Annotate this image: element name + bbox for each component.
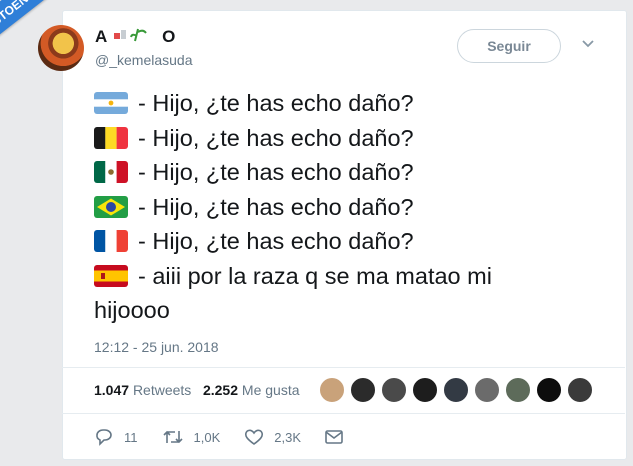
- user-handle[interactable]: @_kemelasuda: [95, 52, 193, 68]
- liker-avatar[interactable]: [443, 377, 469, 403]
- retweets-stat[interactable]: 1.047 Retweets: [94, 382, 191, 398]
- liker-avatar[interactable]: [474, 377, 500, 403]
- liker-avatar[interactable]: [536, 377, 562, 403]
- tweet-line-text: - aiii por la raza q se ma matao mi: [138, 262, 492, 289]
- tweet-stats: 1.047 Retweets 2.252 Me gusta: [94, 382, 300, 398]
- divider: [62, 367, 625, 368]
- tweet-text: - Hijo, ¿te has echo daño? - Hijo, ¿te h…: [94, 86, 594, 328]
- france-flag-icon: [94, 230, 128, 253]
- likes-stat[interactable]: 2.252 Me gusta: [203, 382, 300, 398]
- retweet-button[interactable]: 1,0K: [162, 428, 221, 446]
- tweet-line: - Hijo, ¿te has echo daño?: [94, 190, 594, 225]
- liker-avatar[interactable]: [567, 377, 593, 403]
- tweet-line-text: - Hijo, ¿te has echo daño?: [138, 90, 414, 116]
- tweet-line: - Hijo, ¿te has echo daño?: [94, 86, 594, 121]
- tweet-actions: 11 1,0K 2,3K: [94, 428, 377, 446]
- tweet-line: - Hijo, ¿te has echo daño?: [94, 155, 594, 190]
- user-name-initial: A: [95, 27, 107, 46]
- envelope-icon: [325, 430, 343, 444]
- liker-avatar[interactable]: [381, 377, 407, 403]
- tweet-line-text: - Hijo, ¿te has echo daño?: [138, 124, 414, 151]
- like-button[interactable]: 2,3K: [244, 428, 301, 446]
- chevron-down-icon[interactable]: [581, 39, 595, 49]
- spain-flag-icon: [94, 264, 128, 287]
- retweet-icon: [162, 430, 183, 444]
- reply-icon: [96, 429, 112, 446]
- tweet-line: - aiii por la raza q se ma matao mi: [94, 259, 594, 294]
- like-count: 2,3K: [274, 429, 301, 445]
- name-emoji-icon: [113, 27, 155, 48]
- belgium-flag-icon: [94, 126, 128, 149]
- reply-count: 11: [124, 429, 138, 445]
- tweet-line: - Hijo, ¿te has echo daño?: [94, 224, 594, 259]
- liker-avatar[interactable]: [505, 377, 531, 403]
- tweet-timestamp[interactable]: 12:12 - 25 jun. 2018: [94, 339, 219, 355]
- likers-avatars: [319, 377, 598, 403]
- liker-avatar[interactable]: [350, 377, 376, 403]
- tweet-line-continuation: hijoooo: [94, 297, 170, 323]
- tweet-line: - Hijo, ¿te has echo daño?: [94, 121, 594, 156]
- tweet-line-text: - Hijo, ¿te has echo daño?: [138, 159, 414, 185]
- user-display-name[interactable]: A O: [95, 27, 175, 48]
- brazil-flag-icon: [94, 195, 128, 218]
- liker-avatar[interactable]: [319, 377, 345, 403]
- argentina-flag-icon: [94, 92, 128, 115]
- direct-message-button[interactable]: [325, 430, 353, 444]
- tweet-line-text: - Hijo, ¿te has echo daño?: [138, 228, 414, 254]
- user-name-final: O: [162, 27, 176, 46]
- retweet-count: 1,0K: [193, 429, 221, 445]
- tweet-line-text: - Hijo, ¿te has echo daño?: [138, 193, 414, 220]
- divider: [62, 413, 625, 414]
- reply-button[interactable]: 11: [94, 428, 138, 446]
- avatar[interactable]: [38, 25, 84, 71]
- mexico-flag-icon: [94, 161, 128, 184]
- heart-icon: [245, 429, 264, 445]
- liker-avatar[interactable]: [412, 377, 438, 403]
- follow-button[interactable]: Seguir: [457, 29, 561, 63]
